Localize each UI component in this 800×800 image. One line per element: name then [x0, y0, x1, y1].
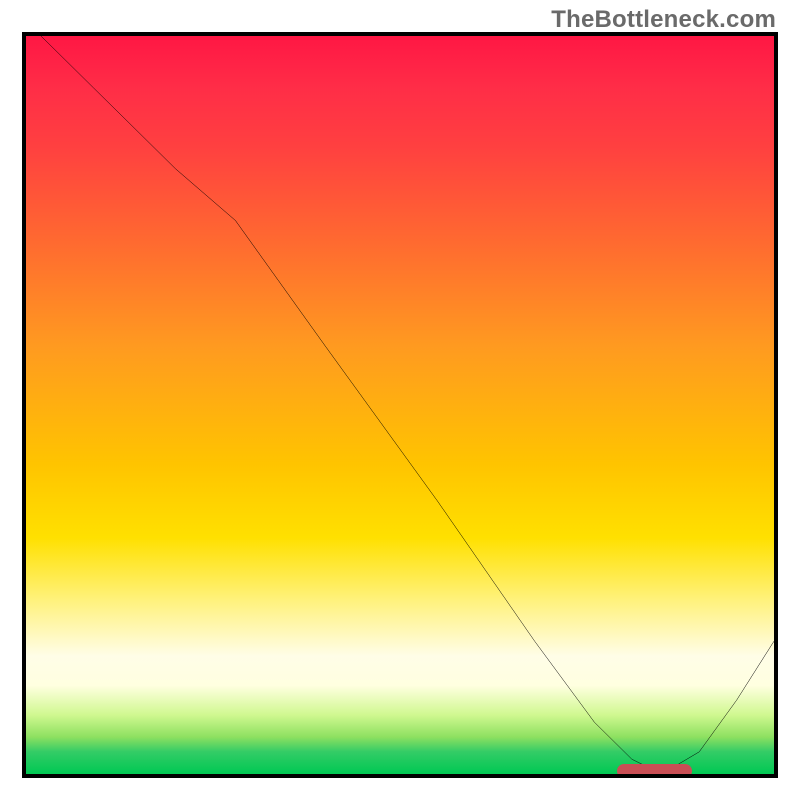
- optimal-range-marker: [617, 764, 692, 778]
- bottleneck-curve-line: [26, 36, 774, 774]
- chart-area: [22, 32, 778, 778]
- watermark-text: TheBottleneck.com: [551, 6, 776, 34]
